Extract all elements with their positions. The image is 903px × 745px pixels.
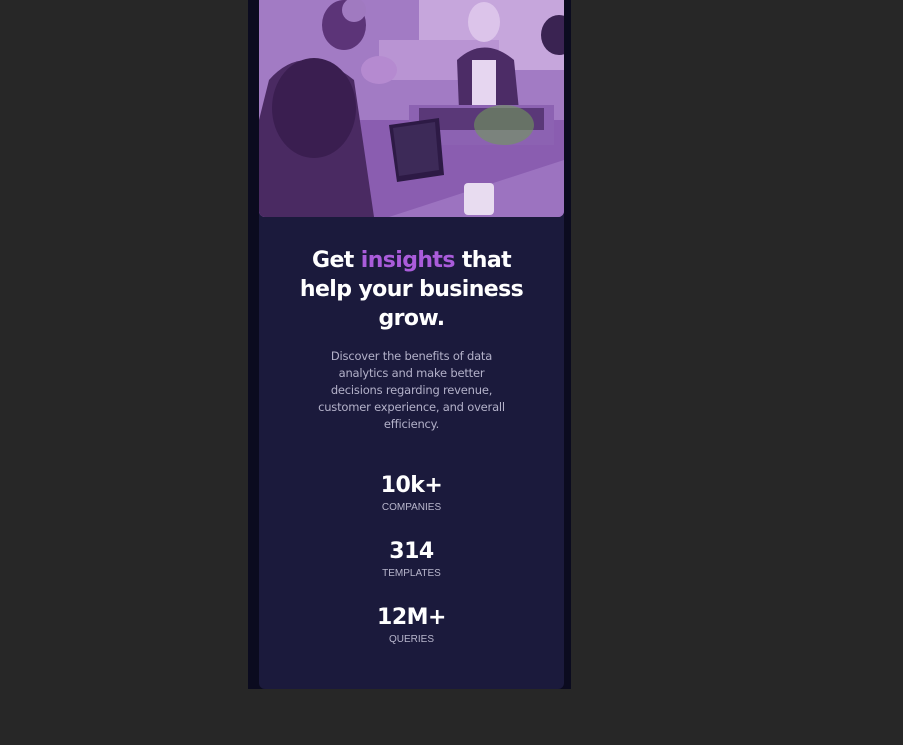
hero-image (259, 0, 564, 217)
headline-line-3: grow. (378, 306, 446, 331)
stat-queries: 12M+ QUERIES (259, 605, 564, 647)
headline-line-2: help your business (299, 277, 524, 302)
headline-accent: insights (360, 248, 456, 273)
stat-label: COMPANIES (381, 502, 442, 513)
stat-label: QUERIES (388, 634, 434, 645)
headline-text: that (454, 248, 512, 273)
page-container: Get insights that help your business gro… (248, 0, 571, 689)
stat-label: TEMPLATES (382, 568, 441, 579)
headline-line-1: Get insights that (259, 246, 564, 275)
headline: Get insights that help your business gro… (259, 246, 564, 333)
stat-value: 12M+ (377, 605, 446, 630)
stats-preview-card: Get insights that help your business gro… (259, 0, 564, 689)
description: Discover the benefits of data analytics … (318, 349, 505, 431)
stat-value: 314 (389, 539, 434, 564)
headline-text: Get (311, 248, 361, 273)
hero-photo (259, 0, 564, 217)
stat-templates: 314 TEMPLATES (259, 539, 564, 581)
stat-value: 10k+ (380, 473, 443, 498)
stat-companies: 10k+ COMPANIES (259, 473, 564, 515)
